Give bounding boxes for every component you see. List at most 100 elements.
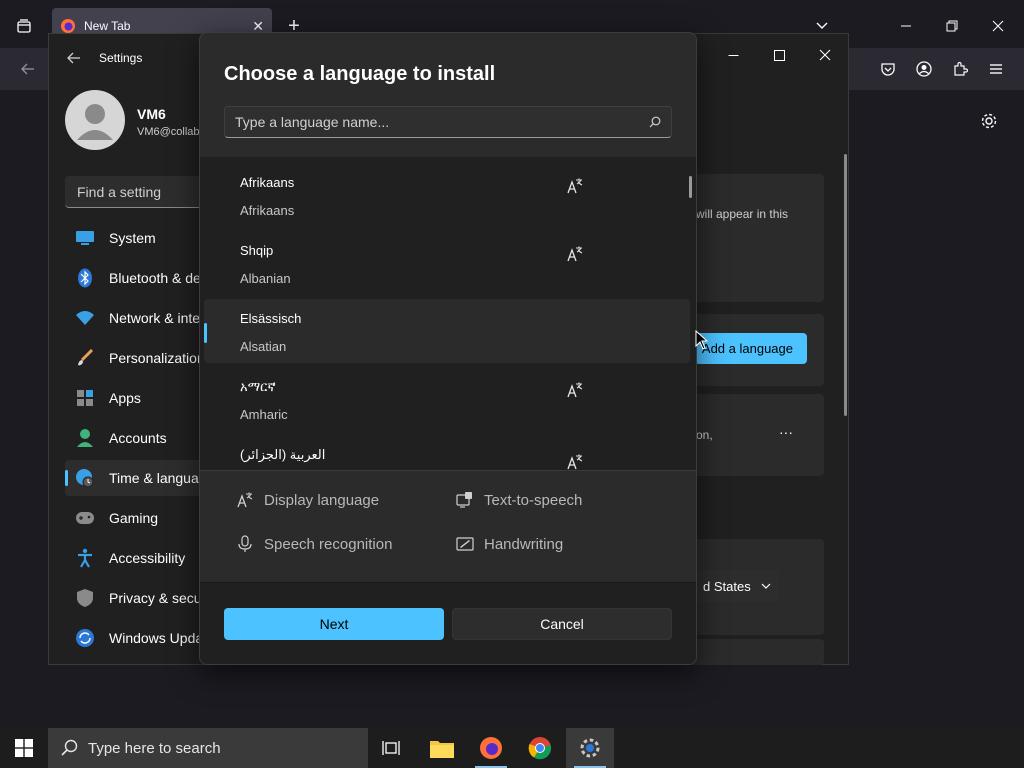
firefox-taskbar-button[interactable] <box>467 728 515 768</box>
legend-label: Text-to-speech <box>484 491 583 509</box>
pocket-icon[interactable] <box>878 59 898 79</box>
list-item[interactable]: አማርኛ Amharic <box>204 367 690 431</box>
user-name: VM6 <box>137 106 166 122</box>
next-button[interactable]: Next <box>224 608 444 640</box>
text-to-speech-icon <box>456 491 474 509</box>
search-icon <box>60 739 78 757</box>
dialog-title: Choose a language to install <box>224 63 496 85</box>
back-arrow-icon[interactable] <box>67 51 81 65</box>
active-indicator <box>65 470 68 486</box>
start-button[interactable] <box>0 728 48 768</box>
user-email: VM6@collab <box>137 126 200 138</box>
choose-language-dialog: Choose a language to install Afrikaans A… <box>199 32 697 665</box>
legend-label: Display language <box>264 491 380 509</box>
sidebar-item-label: Bluetooth & de <box>109 270 201 286</box>
region-value: d States <box>703 578 751 594</box>
settings-gear-icon[interactable] <box>978 110 1000 132</box>
language-search-box[interactable] <box>224 106 672 138</box>
legend-handwriting: Handwriting <box>456 535 563 553</box>
card-text: will appear in this <box>696 207 789 221</box>
taskbar-search-placeholder: Type here to search <box>88 739 221 757</box>
search-icon <box>649 116 661 128</box>
display-language-icon <box>566 245 584 263</box>
windows-logo-icon <box>15 739 33 757</box>
list-item[interactable]: Shqip Albanian <box>204 231 690 295</box>
firefox-icon <box>479 736 503 760</box>
gamepad-icon <box>75 508 95 528</box>
task-view-button[interactable] <box>368 728 416 768</box>
language-native-name: Afrikaans <box>240 175 295 190</box>
minimize-icon[interactable] <box>710 41 756 69</box>
microphone-icon <box>236 535 254 553</box>
minimize-icon[interactable] <box>894 14 918 38</box>
chevron-down-icon <box>761 581 771 591</box>
list-scrollbar[interactable] <box>689 176 692 198</box>
sidebar-item-label: Apps <box>109 390 141 406</box>
wifi-icon <box>75 308 95 328</box>
back-icon[interactable] <box>18 60 38 78</box>
cancel-button[interactable]: Cancel <box>452 608 672 640</box>
maximize-icon[interactable] <box>756 41 802 69</box>
account-icon[interactable] <box>914 59 934 79</box>
list-item[interactable]: Afrikaans Afrikaans <box>204 163 690 227</box>
avatar[interactable] <box>65 90 125 150</box>
sidebar-item-label: Accessibility <box>109 550 186 566</box>
firefox-icon <box>60 18 76 34</box>
language-english-name: Amharic <box>240 407 288 422</box>
tab-title: New Tab <box>84 19 131 33</box>
scrollbar[interactable] <box>844 154 847 416</box>
restore-icon[interactable] <box>940 14 964 38</box>
accessibility-icon <box>75 548 95 568</box>
menu-icon[interactable] <box>986 59 1006 79</box>
sidebar-item-label: Gaming <box>109 510 159 526</box>
monitor-icon <box>75 228 95 248</box>
divider <box>200 470 696 471</box>
add-language-button[interactable]: Add a language <box>695 333 807 364</box>
sidebar-item-label: Network & inte <box>109 310 201 326</box>
handwriting-icon <box>456 535 474 553</box>
legend-display-language: Display language <box>236 491 379 509</box>
settings-taskbar-button[interactable] <box>566 728 614 768</box>
close-icon[interactable] <box>986 14 1010 38</box>
language-search-input[interactable] <box>235 114 649 130</box>
taskbar-search-box[interactable]: Type here to search <box>48 728 368 768</box>
legend-speech-recognition: Speech recognition <box>236 535 392 553</box>
display-language-icon <box>566 177 584 195</box>
globe-clock-icon <box>75 468 95 488</box>
settings-title: Settings <box>99 51 143 65</box>
language-english-name: Afrikaans <box>240 203 295 218</box>
sidebar-item-label: Privacy & secur <box>109 590 207 606</box>
file-explorer-button[interactable] <box>418 728 466 768</box>
sidebar-item-label: Time & langua <box>109 470 199 486</box>
legend-label: Handwriting <box>484 535 564 553</box>
language-english-name: Alsatian <box>240 339 287 354</box>
language-item-text: on, <box>696 428 713 442</box>
sidebar-item-label: Accounts <box>109 430 167 446</box>
display-language-icon <box>236 491 254 509</box>
language-native-name: Elsässisch <box>240 311 302 326</box>
close-icon[interactable] <box>802 41 848 69</box>
region-select[interactable]: d States <box>689 570 779 602</box>
selection-indicator <box>204 323 207 343</box>
list-item[interactable]: العربية (الجزائر) <box>204 435 690 471</box>
task-view-icon <box>382 739 402 757</box>
language-english-name: Albanian <box>240 271 291 286</box>
shield-icon <box>75 588 95 608</box>
apps-icon <box>75 388 95 408</box>
language-native-name: Shqip <box>240 243 274 258</box>
language-list: Afrikaans Afrikaans Shqip Albanian Elsäs… <box>200 158 696 471</box>
display-language-icon <box>566 453 584 471</box>
more-options-icon[interactable]: ··· <box>779 424 793 440</box>
brush-icon <box>75 348 95 368</box>
extensions-icon[interactable] <box>950 59 970 79</box>
chrome-icon <box>528 736 552 760</box>
language-native-name: አማርኛ <box>240 379 276 394</box>
tab-list-icon[interactable] <box>14 16 34 36</box>
update-icon <box>75 628 95 648</box>
legend-text-to-speech: Text-to-speech <box>456 491 582 509</box>
sidebar-item-label: System <box>109 230 156 246</box>
chrome-taskbar-button[interactable] <box>516 728 564 768</box>
list-item-selected[interactable]: Elsässisch Alsatian <box>204 299 690 363</box>
person-icon <box>75 428 95 448</box>
mouse-cursor-icon <box>695 330 709 350</box>
